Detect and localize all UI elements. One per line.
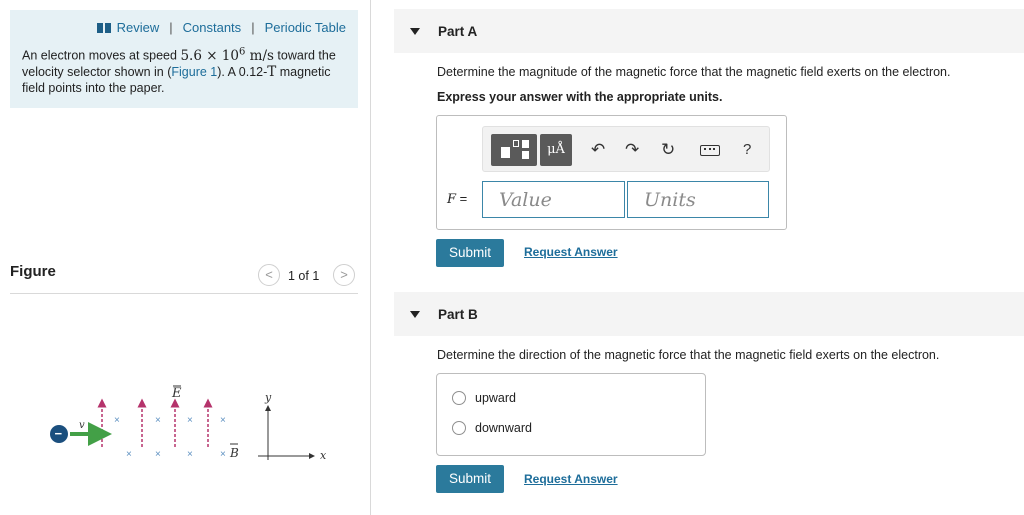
cross-mark: × — [220, 449, 226, 460]
previous-figure-button[interactable]: < — [258, 264, 280, 286]
equals-sign: = — [456, 191, 468, 206]
option-label: downward — [475, 421, 532, 435]
part-b-question: Determine the direction of the magnetic … — [437, 348, 940, 362]
part-b-header[interactable]: Part B — [394, 292, 1024, 336]
figure-counter: 1 of 1 — [288, 269, 320, 283]
y-axis-label: y — [264, 391, 272, 404]
chevron-right-icon: > — [340, 267, 348, 282]
problem-text-1: An electron moves at speed — [22, 48, 181, 63]
figure-title: Figure — [10, 263, 56, 280]
magnetic-field-label: B — [229, 446, 239, 460]
templates-button[interactable] — [491, 134, 537, 166]
next-figure-button[interactable]: > — [333, 264, 355, 286]
option-downward[interactable]: downward — [452, 421, 532, 435]
keyboard-icon[interactable] — [700, 145, 720, 156]
option-label: upward — [475, 391, 516, 405]
figure-link[interactable]: Figure 1 — [171, 65, 217, 79]
template-icon — [501, 147, 510, 158]
part-a-question: Determine the magnitude of the magnetic … — [437, 65, 951, 79]
template-icon — [522, 140, 529, 148]
force-variable: F — [447, 192, 457, 207]
options-box — [436, 373, 706, 456]
velocity-label: v — [79, 420, 85, 431]
part-b-submit-button[interactable]: Submit — [436, 465, 504, 493]
velocity-selector-figure: × × × × × × × × E B v − y x — [50, 385, 327, 462]
x-axis-label: x — [320, 449, 327, 462]
reset-icon[interactable]: ↻ — [661, 137, 675, 163]
resource-links: Review | Constants | Periodic Table — [96, 20, 346, 35]
problem-panel: Review | Constants | Periodic Table An e… — [0, 0, 371, 515]
problem-info-box: Review | Constants | Periodic Table An e… — [10, 10, 358, 108]
book-icon — [96, 22, 111, 33]
radio-button[interactable] — [452, 391, 466, 405]
redo-icon[interactable]: ↷ — [625, 137, 639, 163]
part-a-header[interactable]: Part A — [394, 9, 1024, 53]
constants-link[interactable]: Constants — [183, 20, 242, 35]
cross-mark: × — [155, 415, 161, 426]
electric-field-label: E — [171, 386, 182, 401]
cross-mark: × — [187, 449, 193, 460]
review-link[interactable]: Review — [117, 20, 160, 35]
cross-mark: × — [220, 415, 226, 426]
part-a-label: Part A — [438, 24, 478, 39]
part-a-hint: Express your answer with the appropriate… — [437, 90, 723, 104]
cross-mark: × — [155, 449, 161, 460]
units-button[interactable]: μÅ — [540, 134, 572, 166]
part-b-request-answer-link[interactable]: Request Answer — [524, 472, 618, 486]
units-input[interactable] — [627, 181, 769, 218]
math-toolbar: μÅ ↶ ↷ ↻ ? — [482, 126, 770, 172]
field-unit: T — [267, 63, 277, 80]
part-b-label: Part B — [438, 307, 478, 322]
separator: | — [251, 20, 255, 35]
undo-icon[interactable]: ↶ — [591, 137, 605, 163]
speed-mantissa: 5.6 × 10 — [180, 47, 239, 64]
template-icon — [522, 151, 529, 159]
force-variable-label: F = — [447, 191, 467, 207]
part-a-request-answer-link[interactable]: Request Answer — [524, 245, 618, 259]
speed-units: m/s — [249, 47, 274, 64]
periodic-table-link[interactable]: Periodic Table — [265, 20, 346, 35]
electron-charge: − — [55, 426, 63, 441]
radio-button[interactable] — [452, 421, 466, 435]
part-a-submit-button[interactable]: Submit — [436, 239, 504, 267]
problem-text-3: ). A — [217, 64, 239, 79]
separator: | — [169, 20, 173, 35]
figure-header: Figure < 1 of 1 > — [10, 262, 358, 294]
value-input[interactable] — [482, 181, 625, 218]
help-icon[interactable]: ? — [743, 137, 751, 163]
cross-mark: × — [114, 415, 120, 426]
field-value: 0.12- — [238, 64, 268, 79]
chevron-left-icon: < — [265, 267, 273, 282]
option-upward[interactable]: upward — [452, 391, 516, 405]
collapse-triangle-icon — [410, 311, 420, 318]
speed-value: 5.6 × 106 m/s — [180, 46, 274, 64]
template-icon — [513, 140, 519, 147]
speed-exponent: 6 — [238, 46, 246, 57]
magnetic-field-crosses: × × × × × × × × — [114, 415, 226, 460]
problem-statement: An electron moves at speed 5.6 × 106 m/s… — [22, 44, 352, 96]
cross-mark: × — [187, 415, 193, 426]
collapse-triangle-icon — [410, 28, 420, 35]
cross-mark: × — [126, 449, 132, 460]
